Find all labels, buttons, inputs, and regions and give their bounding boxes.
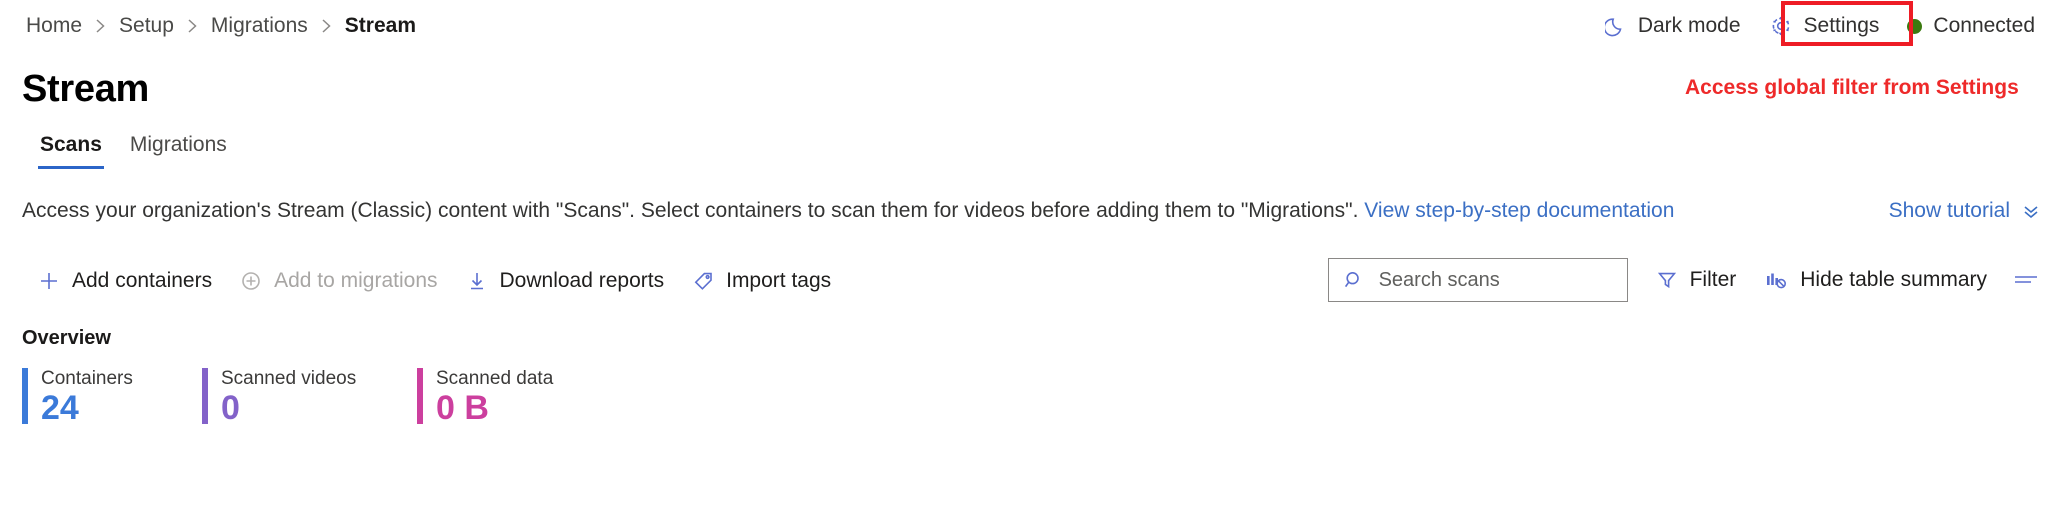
moon-icon — [1604, 15, 1627, 37]
stat-label: Scanned videos — [221, 368, 357, 389]
search-input[interactable] — [1376, 267, 1607, 293]
list-options-icon — [2011, 269, 2041, 291]
funnel-icon — [1656, 269, 1678, 291]
tag-icon — [692, 270, 714, 292]
description-row: Access your organization's Stream (Class… — [0, 199, 2071, 233]
dark-mode-toggle[interactable]: Dark mode — [1591, 6, 1755, 46]
stat-card-scanned-videos: Scanned videos 0 — [202, 368, 417, 427]
double-chevron-down-icon — [2021, 201, 2041, 221]
chart-off-icon — [1764, 269, 1788, 291]
stat-accent-bar — [202, 368, 208, 424]
top-bar: Home Setup Migrations Stream Dark mode S… — [0, 0, 2071, 52]
add-containers-button[interactable]: Add containers — [24, 261, 226, 301]
add-to-migrations-label: Add to migrations — [274, 269, 438, 292]
chevron-right-icon — [95, 18, 106, 34]
tab-scans-label: Scans — [40, 133, 102, 156]
description-text: Access your organization's Stream (Class… — [22, 199, 1365, 222]
connection-status: Connected — [1893, 6, 2049, 46]
stat-value: 0 B — [436, 388, 489, 427]
settings-button[interactable]: Settings — [1755, 6, 1894, 46]
import-tags-button[interactable]: Import tags — [678, 261, 845, 301]
settings-label: Settings — [1803, 14, 1880, 37]
download-reports-button[interactable]: Download reports — [452, 261, 679, 301]
overview-title: Overview — [22, 327, 111, 349]
hide-table-summary-label: Hide table summary — [1800, 268, 1987, 291]
add-to-migrations-button: Add to migrations — [226, 261, 451, 301]
filter-label: Filter — [1689, 268, 1737, 291]
breadcrumb-item-setup[interactable]: Setup — [119, 14, 174, 38]
tab-migrations-label: Migrations — [129, 133, 227, 156]
breadcrumb: Home Setup Migrations Stream — [26, 14, 416, 38]
tab-migrations[interactable]: Migrations — [116, 133, 241, 169]
show-tutorial-button[interactable]: Show tutorial — [1889, 199, 2041, 223]
search-icon — [1343, 269, 1365, 291]
command-bar-right: Filter Hide table summary — [1327, 258, 2051, 302]
documentation-link[interactable]: View step-by-step documentation — [1364, 199, 1674, 222]
description: Access your organization's Stream (Class… — [22, 199, 1674, 223]
connection-status-label: Connected — [1933, 14, 2035, 37]
chevron-right-icon — [321, 18, 332, 34]
search-scans-box[interactable] — [1327, 258, 1628, 302]
top-bar-actions: Dark mode Settings Connected — [1591, 0, 2049, 52]
circle-plus-icon — [240, 270, 262, 292]
stat-label: Scanned data — [436, 368, 554, 389]
chevron-right-icon — [187, 18, 198, 34]
command-bar-left: Add containers Add to migrations Downloa… — [24, 261, 845, 301]
stat-label: Containers — [41, 368, 133, 389]
import-tags-label: Import tags — [726, 269, 832, 292]
gear-icon — [1769, 14, 1793, 38]
tab-bar: Scans Migrations — [26, 133, 2071, 169]
stat-value: 0 — [221, 388, 240, 427]
stat-accent-bar — [417, 368, 423, 424]
command-bar: Add containers Add to migrations Downloa… — [0, 258, 2071, 305]
status-dot-icon — [1907, 18, 1923, 34]
overview-stats: Containers 24 Scanned videos 0 Scanned d… — [22, 368, 2071, 427]
stat-card-containers: Containers 24 — [22, 368, 202, 427]
stat-card-scanned-data: Scanned data 0 B — [417, 368, 571, 427]
list-options-button[interactable] — [2001, 260, 2051, 300]
stat-accent-bar — [22, 368, 28, 424]
annotation-text: Access global filter from Settings — [1685, 76, 2019, 99]
breadcrumb-item-migrations[interactable]: Migrations — [211, 14, 308, 38]
hide-table-summary-button[interactable]: Hide table summary — [1750, 260, 2001, 300]
add-containers-label: Add containers — [72, 269, 213, 292]
show-tutorial-label: Show tutorial — [1888, 199, 2010, 222]
filter-button[interactable]: Filter — [1642, 260, 1751, 300]
breadcrumb-item-home[interactable]: Home — [26, 14, 82, 38]
download-reports-label: Download reports — [499, 269, 665, 292]
breadcrumb-item-stream: Stream — [344, 14, 416, 37]
tab-scans[interactable]: Scans — [26, 133, 116, 169]
stat-value: 24 — [41, 388, 79, 427]
download-icon — [466, 270, 488, 292]
plus-icon — [38, 270, 60, 292]
dark-mode-label: Dark mode — [1637, 14, 1741, 37]
